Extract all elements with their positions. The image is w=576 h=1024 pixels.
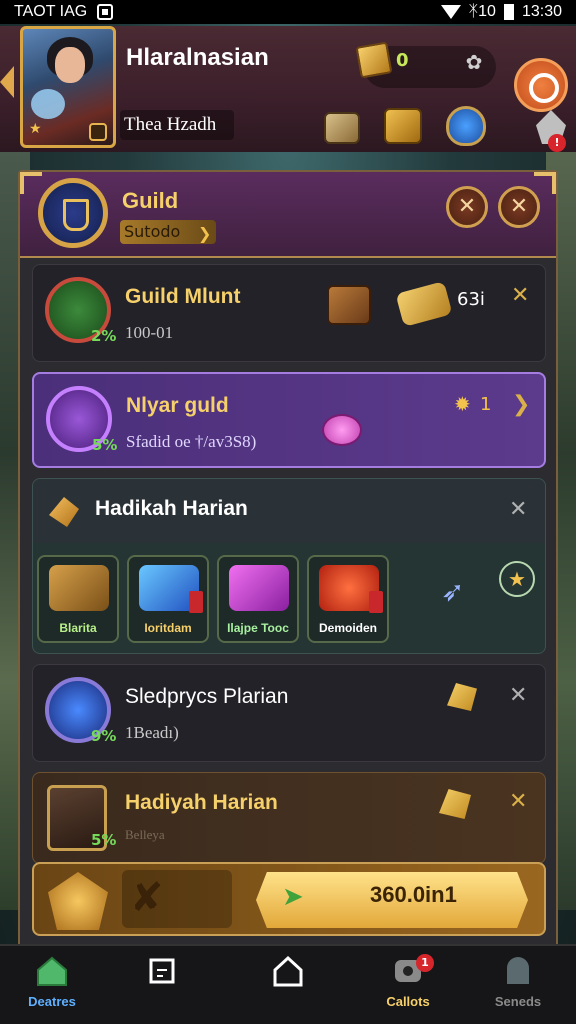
- item-slot-blarita[interactable]: Blarita: [37, 555, 119, 643]
- item-slot-ioritdam[interactable]: Ioritdam: [127, 555, 209, 643]
- red-tag-icon: [189, 591, 203, 613]
- row-subtitle: 1Beadı): [125, 723, 179, 742]
- close-icon[interactable]: ✕: [511, 283, 529, 308]
- home-icon: [37, 956, 67, 986]
- red-tag-icon: [369, 591, 383, 613]
- battery-icon: [503, 4, 514, 20]
- status-left-text: TAOT ІАG: [14, 3, 88, 20]
- item-slot-ilajpe[interactable]: Ilajpe Tooc: [217, 555, 299, 643]
- guild-emblem-icon[interactable]: [38, 178, 108, 248]
- corner-ornament-icon: [534, 172, 556, 194]
- guild-panel: Guild Sutodo ❯ ✕ ✕ 2% Guild Mlunt 100-01…: [18, 170, 558, 950]
- nav-house[interactable]: [238, 954, 338, 994]
- chevron-right-icon[interactable]: ❯: [512, 392, 530, 417]
- item-label: Demoiden: [318, 621, 377, 635]
- signal-text: ᛡ10: [468, 3, 496, 20]
- close-button[interactable]: ✕: [498, 186, 540, 228]
- rank-star-icon: ★: [29, 121, 42, 137]
- pink-gem-icon: [322, 414, 362, 446]
- guild-row-hadiyah[interactable]: 5% Hadiyah Harian Belleya ✕: [32, 772, 546, 864]
- row-percent: 5%: [92, 436, 118, 454]
- item-label: Ioritdam: [144, 621, 192, 635]
- item-label: Blarita: [59, 621, 97, 635]
- chevron-right-icon: ❯: [198, 224, 212, 243]
- gold-bundle-icon: [395, 281, 453, 327]
- clover-icon[interactable]: ✿: [462, 50, 486, 74]
- close-icon[interactable]: ✕: [509, 497, 527, 522]
- row-percent: 9%: [91, 727, 117, 745]
- close-icon[interactable]: ✕: [509, 683, 527, 708]
- claim-row: ✘ ➤ 360.0in1: [32, 862, 546, 936]
- status-time: 13:30: [521, 3, 562, 20]
- wood-plank-icon: [49, 565, 109, 611]
- player-avatar[interactable]: ★: [20, 26, 116, 148]
- ghost-icon: [507, 957, 529, 984]
- guild-panel-header: Guild Sutodo ❯ ✕ ✕: [20, 172, 556, 258]
- nav-label: Deatres: [28, 994, 76, 1009]
- map-scroll-icon[interactable]: [324, 112, 360, 144]
- player-subtitle: Thea Hzadh: [120, 110, 234, 140]
- back-arrow-icon[interactable]: [0, 66, 14, 98]
- frame-icon: [149, 958, 175, 984]
- guild-row-nlyar[interactable]: 5% Nlyar guld Sfadid oe †/av3S8) ✹ 1 ❯: [32, 372, 546, 468]
- guild-row-sledprycs[interactable]: 9% Sledprycs Plarian 1Beadı) ✕: [32, 664, 546, 762]
- row-value: 63i: [457, 289, 485, 310]
- nav-bracket[interactable]: [112, 954, 212, 994]
- settings-gear-button[interactable]: [514, 58, 568, 112]
- row-title: Hadikah Harian: [95, 497, 248, 520]
- tools-button[interactable]: ✕: [446, 186, 488, 228]
- house-outline-icon: [273, 955, 303, 987]
- row-subtitle: Sfadid oe †/av3S8): [126, 432, 257, 451]
- avatar-magic-glow: [31, 89, 65, 119]
- header-quick-icons: [322, 106, 572, 150]
- alert-badge-icon: !: [548, 134, 566, 152]
- nav-label: Callots: [386, 994, 430, 1009]
- guild-row-items: Hadikah Harian ✕ Blarita Ioritdam Ilajpe…: [32, 478, 546, 654]
- nav-callots[interactable]: 1 Callots: [358, 954, 458, 1009]
- gear-icon: ✹: [454, 392, 471, 416]
- notification-icon: [97, 4, 114, 20]
- arrow-icon: ➶: [441, 575, 465, 608]
- row-value: 1: [480, 394, 492, 415]
- avatar-face: [55, 47, 85, 83]
- status-bar: TAOT ІАG ᛡ10 13:30: [0, 0, 576, 24]
- row-subtitle: Belleya: [125, 827, 165, 842]
- notification-badge: 1: [416, 954, 434, 972]
- row-title: Nlyar guld: [126, 394, 229, 417]
- item-slot-demoiden[interactable]: Demoiden: [307, 555, 389, 643]
- close-icon[interactable]: ✕: [509, 789, 527, 814]
- claim-label: 360.0in1: [370, 882, 457, 907]
- row-percent: 2%: [91, 327, 117, 345]
- level-badge-icon: [89, 123, 107, 141]
- gold-chest-icon: [355, 41, 393, 79]
- crossed-tools-icon: ✘: [130, 875, 164, 921]
- bottom-navigation: Deatres 1 Callots Seneds: [0, 944, 576, 1024]
- gold-leaf-icon: [439, 789, 471, 819]
- guild-crest-icon: [48, 872, 108, 930]
- gold-leaf-icon: [447, 683, 477, 711]
- treasure-box-icon[interactable]: [384, 108, 422, 144]
- chest-icon: [327, 285, 371, 325]
- green-arrow-icon: ➤: [282, 882, 304, 912]
- wifi-icon: [440, 5, 461, 19]
- nav-seneds[interactable]: Seneds: [468, 954, 568, 1009]
- row-title: Hadiyah Harian: [125, 791, 278, 814]
- row-percent: 5%: [91, 831, 117, 849]
- guild-row-mount[interactable]: 2% Guild Mlunt 100-01 63i ✕: [32, 264, 546, 362]
- star-reward-icon[interactable]: ★: [499, 561, 535, 597]
- player-header: ★ Hlaralnasian Thea Hzadh 0 ✿ !: [0, 26, 576, 152]
- nav-label: Seneds: [494, 994, 542, 1009]
- guild-title: Guild: [122, 188, 179, 213]
- row-title: Sledprycs Plarian: [125, 685, 289, 708]
- player-name: Hlaralnasian: [126, 44, 269, 71]
- row-title: Guild Mlunt: [125, 285, 241, 308]
- row-subtitle: 100-01: [125, 323, 174, 342]
- blue-shield-icon[interactable]: [446, 106, 486, 146]
- nav-home[interactable]: Deatres: [2, 954, 102, 1009]
- item-label: Ilajpe Tooc: [227, 621, 289, 635]
- gold-value: 0: [396, 50, 409, 71]
- purple-crystal-icon: [229, 565, 289, 611]
- corner-ornament-icon: [20, 172, 42, 194]
